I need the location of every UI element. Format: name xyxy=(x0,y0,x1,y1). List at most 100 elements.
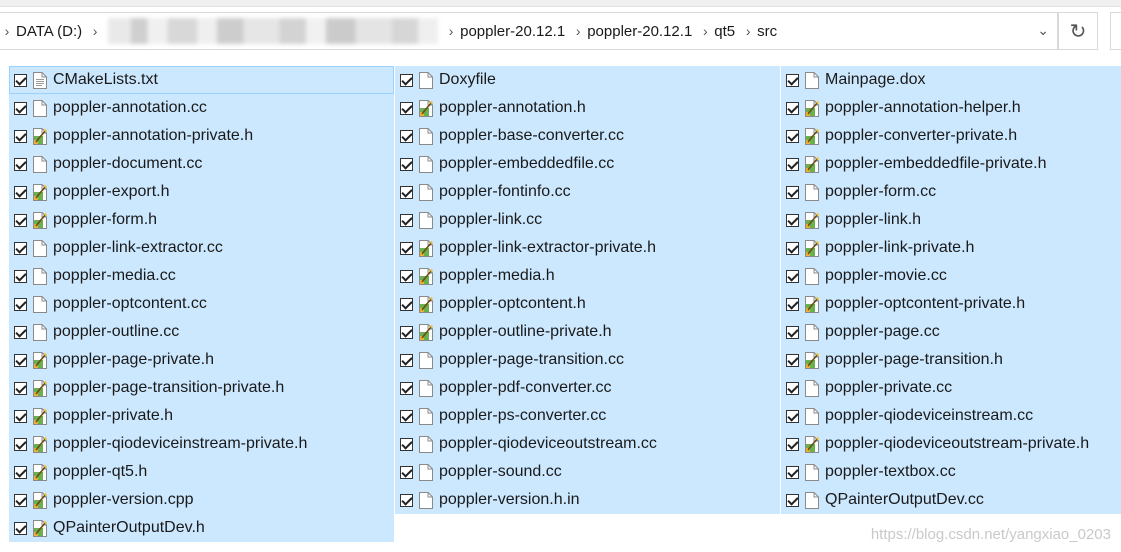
file-item[interactable]: poppler-form.cc xyxy=(781,178,1121,206)
file-item[interactable]: poppler-pdf-converter.cc xyxy=(395,374,780,402)
checkbox-checked[interactable] xyxy=(14,437,27,451)
file-item[interactable]: poppler-annotation.h xyxy=(395,94,780,122)
checkbox-checked[interactable] xyxy=(786,157,799,171)
checkbox-checked[interactable] xyxy=(786,213,799,227)
file-item[interactable]: poppler-link-extractor.cc xyxy=(9,234,394,262)
checkbox-checked[interactable] xyxy=(14,409,27,423)
refresh-button[interactable]: ↻ xyxy=(1058,12,1098,50)
file-item[interactable]: poppler-base-converter.cc xyxy=(395,122,780,150)
checkbox-checked[interactable] xyxy=(14,101,27,115)
file-item[interactable]: poppler-optcontent.cc xyxy=(9,290,394,318)
file-item[interactable]: poppler-page-transition.h xyxy=(781,346,1121,374)
breadcrumb-item-qt5[interactable]: qt5 xyxy=(712,23,741,40)
checkbox-checked[interactable] xyxy=(400,381,413,395)
checkbox-checked[interactable] xyxy=(14,297,27,311)
file-item[interactable]: poppler-link-private.h xyxy=(781,234,1121,262)
file-item[interactable]: poppler-annotation-helper.h xyxy=(781,94,1121,122)
checkbox-checked[interactable] xyxy=(14,129,27,143)
file-item[interactable]: poppler-version.cpp xyxy=(9,486,394,514)
chevron-right-icon[interactable]: › xyxy=(698,23,712,39)
checkbox-checked[interactable] xyxy=(786,493,799,507)
file-item[interactable]: QPainterOutputDev.cc xyxy=(781,486,1121,514)
breadcrumb-item-poppler-outer[interactable]: poppler-20.12.1 xyxy=(458,23,571,40)
file-item[interactable]: poppler-media.h xyxy=(395,262,780,290)
chevron-right-icon[interactable]: › xyxy=(571,23,585,39)
checkbox-checked[interactable] xyxy=(400,269,413,283)
chevron-down-icon[interactable]: ⌄ xyxy=(1037,22,1049,39)
checkbox-checked[interactable] xyxy=(786,129,799,143)
checkbox-checked[interactable] xyxy=(400,353,413,367)
checkbox-checked[interactable] xyxy=(400,185,413,199)
file-item[interactable]: poppler-textbox.cc xyxy=(781,458,1121,486)
file-item[interactable]: poppler-annotation-private.h xyxy=(9,122,394,150)
checkbox-checked[interactable] xyxy=(400,101,413,115)
search-box[interactable] xyxy=(1110,12,1121,50)
checkbox-checked[interactable] xyxy=(786,297,799,311)
checkbox-checked[interactable] xyxy=(400,493,413,507)
file-item[interactable]: CMakeLists.txt xyxy=(9,66,394,94)
file-item[interactable]: poppler-optcontent.h xyxy=(395,290,780,318)
checkbox-checked[interactable] xyxy=(400,325,413,339)
checkbox-checked[interactable] xyxy=(786,409,799,423)
checkbox-checked[interactable] xyxy=(786,465,799,479)
checkbox-checked[interactable] xyxy=(786,325,799,339)
checkbox-checked[interactable] xyxy=(786,437,799,451)
file-item[interactable]: poppler-converter-private.h xyxy=(781,122,1121,150)
file-item[interactable]: poppler-page-private.h xyxy=(9,346,394,374)
checkbox-checked[interactable] xyxy=(14,213,27,227)
file-item[interactable]: poppler-export.h xyxy=(9,178,394,206)
breadcrumb-item-drive[interactable]: DATA (D:) xyxy=(14,23,88,40)
checkbox-checked[interactable] xyxy=(400,129,413,143)
checkbox-checked[interactable] xyxy=(400,213,413,227)
checkbox-checked[interactable] xyxy=(400,297,413,311)
file-item[interactable]: QPainterOutputDev.h xyxy=(9,514,394,542)
file-item[interactable]: poppler-private.h xyxy=(9,402,394,430)
checkbox-checked[interactable] xyxy=(400,465,413,479)
breadcrumb-item-src[interactable]: src xyxy=(755,23,783,40)
file-item[interactable]: poppler-embeddedfile.cc xyxy=(395,150,780,178)
file-item[interactable]: poppler-optcontent-private.h xyxy=(781,290,1121,318)
checkbox-checked[interactable] xyxy=(400,409,413,423)
checkbox-checked[interactable] xyxy=(400,73,413,87)
chevron-right-icon[interactable]: › xyxy=(88,23,102,39)
chevron-right-icon[interactable]: › xyxy=(741,23,755,39)
file-item[interactable]: poppler-ps-converter.cc xyxy=(395,402,780,430)
file-item[interactable]: poppler-outline-private.h xyxy=(395,318,780,346)
file-item[interactable]: poppler-annotation.cc xyxy=(9,94,394,122)
file-item[interactable]: poppler-media.cc xyxy=(9,262,394,290)
file-item[interactable]: poppler-private.cc xyxy=(781,374,1121,402)
checkbox-checked[interactable] xyxy=(786,241,799,255)
checkbox-checked[interactable] xyxy=(14,381,27,395)
file-item[interactable]: poppler-sound.cc xyxy=(395,458,780,486)
file-item[interactable]: poppler-qiodeviceoutstream-private.h xyxy=(781,430,1121,458)
checkbox-checked[interactable] xyxy=(14,269,27,283)
file-item[interactable]: poppler-qiodeviceinstream-private.h xyxy=(9,430,394,458)
checkbox-checked[interactable] xyxy=(400,241,413,255)
file-item[interactable]: poppler-link.cc xyxy=(395,206,780,234)
checkbox-checked[interactable] xyxy=(786,185,799,199)
file-item[interactable]: Doxyfile xyxy=(395,66,780,94)
file-item[interactable]: poppler-page-transition-private.h xyxy=(9,374,394,402)
chevron-right-icon[interactable]: › xyxy=(0,23,14,39)
breadcrumb-item-poppler-inner[interactable]: poppler-20.12.1 xyxy=(585,23,698,40)
file-item[interactable]: poppler-qiodeviceoutstream.cc xyxy=(395,430,780,458)
file-item[interactable]: poppler-form.h xyxy=(9,206,394,234)
file-item[interactable]: poppler-movie.cc xyxy=(781,262,1121,290)
chevron-right-icon[interactable]: › xyxy=(444,23,458,39)
address-bar[interactable]: › DATA (D:) › › poppler-20.12.1 › popple… xyxy=(0,12,1058,50)
checkbox-checked[interactable] xyxy=(14,325,27,339)
checkbox-checked[interactable] xyxy=(786,353,799,367)
checkbox-checked[interactable] xyxy=(14,465,27,479)
file-item[interactable]: poppler-outline.cc xyxy=(9,318,394,346)
checkbox-checked[interactable] xyxy=(786,101,799,115)
checkbox-checked[interactable] xyxy=(786,269,799,283)
file-item[interactable]: poppler-link.h xyxy=(781,206,1121,234)
checkbox-checked[interactable] xyxy=(400,157,413,171)
checkbox-checked[interactable] xyxy=(14,185,27,199)
checkbox-checked[interactable] xyxy=(786,381,799,395)
file-item[interactable]: poppler-version.h.in xyxy=(395,486,780,514)
file-item[interactable]: poppler-link-extractor-private.h xyxy=(395,234,780,262)
checkbox-checked[interactable] xyxy=(14,241,27,255)
file-item[interactable]: poppler-embeddedfile-private.h xyxy=(781,150,1121,178)
file-item[interactable]: poppler-qiodeviceinstream.cc xyxy=(781,402,1121,430)
